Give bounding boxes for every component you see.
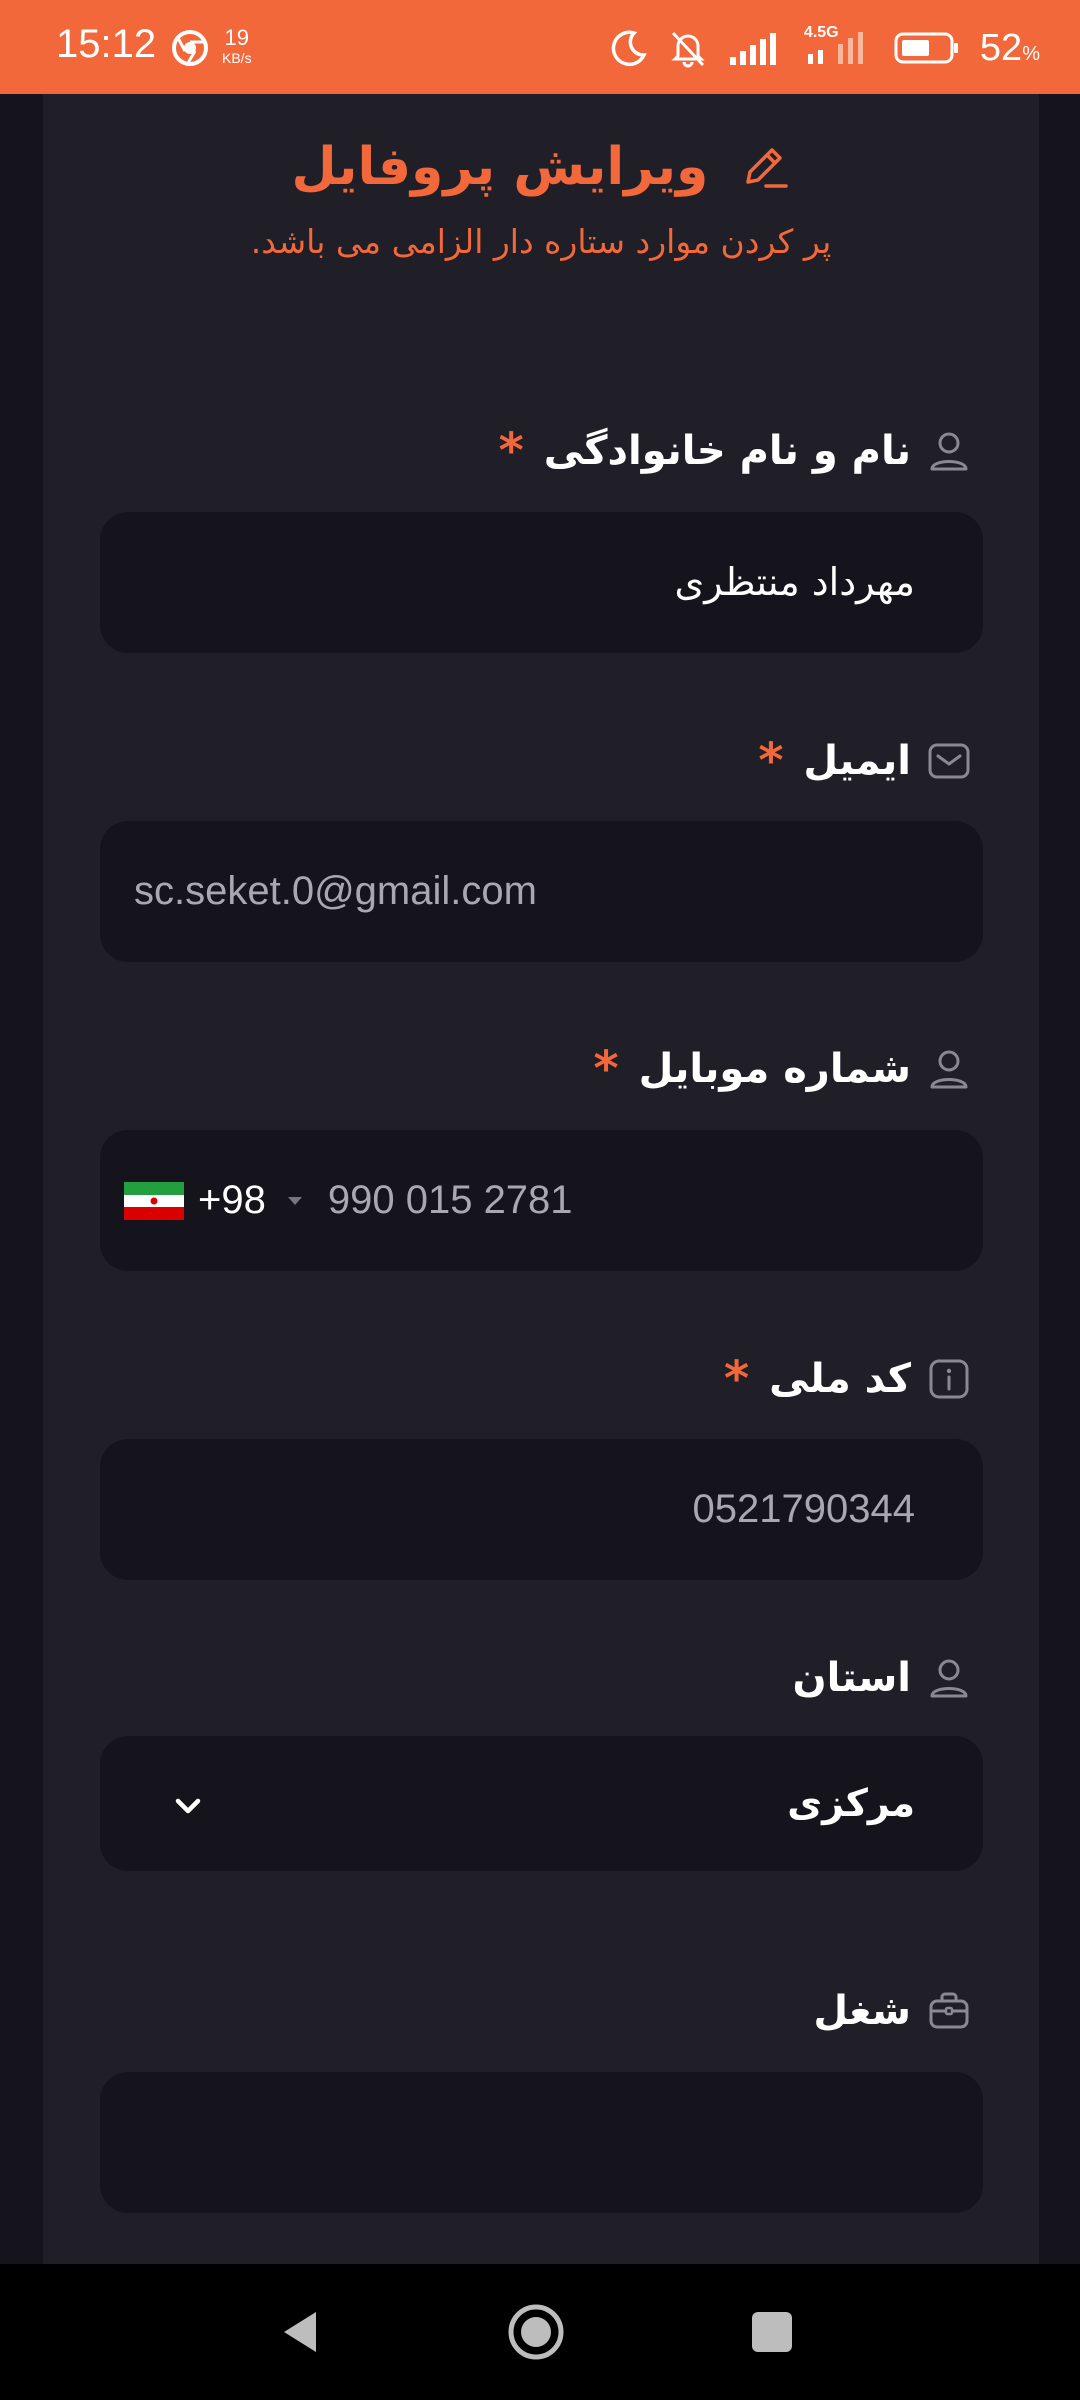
bell-muted-icon — [671, 31, 705, 68]
province-value: مرکزی — [787, 1781, 915, 1825]
required-star: * — [724, 1351, 750, 1407]
iran-flag-icon — [124, 1181, 184, 1220]
status-icons: 4.5G 52% — [610, 24, 1040, 70]
email-label: ایمیل * — [758, 726, 971, 796]
caret-down-icon — [287, 1196, 302, 1205]
recents-icon[interactable] — [740, 2300, 804, 2364]
chevron-down-icon — [175, 1798, 201, 1814]
status-bar: 15:12 19 KB/s 4.5G 52% — [0, 0, 1080, 94]
required-star: * — [498, 423, 524, 479]
job-label-text: شغل — [813, 1988, 911, 2034]
edit-profile-panel: ویرایش پروفایل پر کردن موارد ستاره دار ا… — [43, 94, 1039, 2264]
country-code: +98 — [198, 1178, 266, 1222]
battery-icon — [894, 32, 958, 64]
full-name-label-text: نام و نام خانوادگی — [543, 428, 911, 474]
back-icon[interactable] — [270, 2300, 334, 2364]
mail-icon — [928, 743, 970, 779]
province-label-text: استان — [792, 1655, 911, 1701]
battery-percent: 52% — [980, 27, 1040, 70]
national-code-label: کد ملی * — [724, 1344, 971, 1414]
user-icon — [930, 432, 968, 471]
page-subtitle: پر کردن موارد ستاره دار الزامی می باشد. — [250, 222, 832, 261]
required-star: * — [593, 1041, 619, 1097]
national-code-input[interactable]: 0521790344 — [100, 1439, 983, 1580]
signal-secondary-icon — [807, 32, 863, 64]
info-icon — [929, 1359, 969, 1399]
job-input[interactable] — [100, 2072, 983, 2213]
job-label: شغل — [813, 1976, 971, 2046]
full-name-label: نام و نام خانوادگی * — [499, 416, 971, 486]
full-name-input[interactable]: مهرداد منتظری — [100, 512, 983, 653]
signal-icon — [729, 33, 776, 65]
edit-pencil-icon — [746, 148, 789, 188]
email-label-text: ایمیل — [803, 738, 911, 784]
national-code-label-text: کد ملی — [769, 1356, 911, 1402]
home-icon[interactable] — [504, 2300, 568, 2364]
user-icon — [930, 1659, 968, 1698]
system-nav-bar — [0, 2264, 1080, 2400]
mobile-label-text: شماره موبایل — [638, 1046, 911, 1092]
province-select[interactable]: مرکزی — [100, 1736, 983, 1871]
country-selector[interactable]: +98 — [124, 1178, 314, 1223]
email-input[interactable]: sc.seket.0@gmail.com — [100, 821, 983, 962]
full-name-value: مهرداد منتظری — [674, 560, 916, 604]
mobile-label: شماره موبایل * — [594, 1034, 971, 1104]
network-speed: 19 KB/s — [222, 25, 252, 68]
status-time: 15:12 — [56, 22, 157, 66]
user-icon — [930, 1050, 968, 1089]
chrome-icon — [172, 30, 208, 66]
page-title-text: ویرایش پروفایل — [291, 137, 709, 197]
network-speed-value: 19 — [224, 25, 250, 50]
battery-percent-value: 52 — [979, 26, 1023, 69]
network-speed-unit: KB/s — [222, 50, 252, 66]
phone-input-row: +98 990 015 2781 — [124, 1130, 573, 1271]
briefcase-icon — [929, 1992, 969, 2029]
moon-icon — [611, 30, 647, 67]
national-code-value: 0521790344 — [692, 1487, 915, 1531]
mobile-input[interactable]: +98 990 015 2781 — [100, 1130, 983, 1271]
province-label: استان — [792, 1643, 971, 1713]
battery-percent-symbol: % — [1022, 42, 1040, 65]
mobile-value: 990 015 2781 — [327, 1178, 573, 1222]
signal-4g-indicator: 4.5G — [804, 24, 874, 68]
page-title: ویرایش پروفایل — [43, 134, 1039, 197]
required-star: * — [758, 733, 784, 789]
email-value: sc.seket.0@gmail.com — [134, 869, 537, 913]
